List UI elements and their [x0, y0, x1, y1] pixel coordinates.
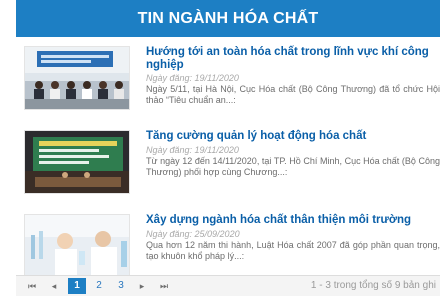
news-date: Ngày đăng: 19/11/2020 [146, 144, 239, 155]
news-item: Tăng cường quản lý hoạt động hóa chất Ng… [24, 130, 440, 196]
news-panel: TIN NGÀNH HÓA CHẤT Hướng tới an toàn hóa [16, 0, 440, 296]
news-excerpt: Từ ngày 12 đến 14/11/2020, tại TP. Hồ Ch… [146, 155, 440, 177]
news-thumbnail[interactable] [24, 214, 130, 278]
page-number-3[interactable]: 3 [112, 278, 130, 294]
first-page-button[interactable]: ⏮ [24, 278, 40, 294]
news-thumbnail[interactable] [24, 46, 130, 110]
news-date: Ngày đăng: 25/09/2020 [146, 228, 240, 239]
news-item: Xây dựng ngành hóa chất thân thiện môi t… [24, 214, 440, 280]
pagination-info: 1 - 3 trong tổng số 9 bản ghi [310, 280, 436, 291]
news-thumbnail[interactable] [24, 130, 130, 194]
prev-page-button[interactable]: ◂ [46, 278, 62, 294]
page-number-1[interactable]: 1 [68, 278, 86, 294]
last-page-button[interactable]: ⏭ [156, 278, 172, 294]
panel-title: TIN NGÀNH HÓA CHẤT [16, 0, 440, 37]
news-excerpt: Qua hơn 12 năm thi hành, Luật Hóa chất 2… [146, 239, 440, 261]
news-title-link[interactable]: Xây dựng ngành hóa chất thân thiện môi t… [146, 214, 440, 227]
news-excerpt: Ngày 5/11, tại Hà Nội, Cục Hóa chất (Bộ … [146, 84, 440, 105]
news-item: Hướng tới an toàn hóa chất trong lĩnh vự… [24, 46, 440, 112]
news-title-link[interactable]: Tăng cường quản lý hoạt động hóa chất [146, 130, 440, 143]
news-date: Ngày đăng: 19/11/2020 [146, 73, 239, 83]
pagination-bar: ⏮ ◂ 1 2 3 ▸ ⏭ 1 - 3 trong tổng số 9 bản … [16, 275, 440, 296]
next-page-button[interactable]: ▸ [134, 278, 150, 294]
news-title-link[interactable]: Hướng tới an toàn hóa chất trong lĩnh vự… [146, 46, 440, 71]
page-number-2[interactable]: 2 [90, 278, 108, 294]
